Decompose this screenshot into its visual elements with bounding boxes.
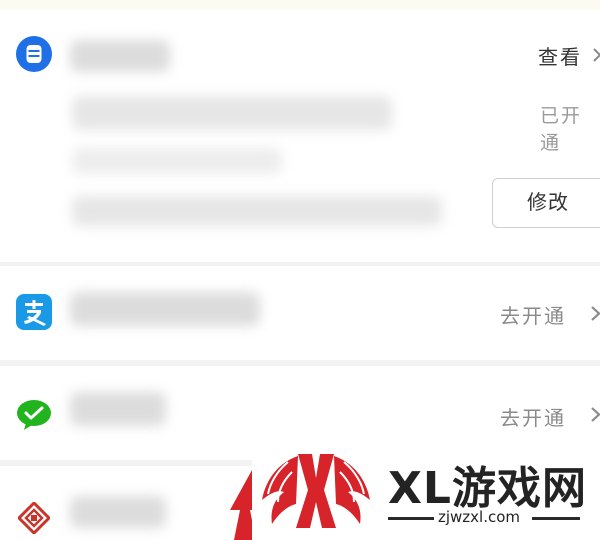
watermark-title: XL游戏网	[388, 463, 587, 514]
chevron-right-icon	[593, 48, 600, 62]
account-detail-blurred-3	[72, 196, 442, 226]
watermark-rule-left	[388, 517, 434, 520]
activate-link-wechat-pay[interactable]: 去开通	[500, 402, 566, 431]
bank-card-icon	[16, 36, 52, 72]
modify-button[interactable]: 修改	[492, 178, 600, 228]
account-name-blurred	[70, 496, 166, 528]
alipay-icon	[16, 294, 52, 330]
unionpay-icon	[18, 502, 50, 534]
chevron-right-icon	[591, 407, 600, 422]
watermark-logo-icon	[262, 454, 370, 528]
status-opened: 已开通	[540, 105, 583, 154]
account-detail-blurred	[72, 96, 392, 130]
activate-link-alipay[interactable]: 去开通	[500, 300, 566, 329]
top-strip	[0, 0, 600, 10]
watermark-url: zjwzxl.com	[438, 508, 521, 526]
view-link[interactable]: 查看	[538, 41, 582, 70]
wechat-pay-icon	[17, 400, 51, 430]
account-name-blurred	[70, 392, 166, 426]
watermark-rule-right	[532, 517, 580, 520]
account-detail-blurred-2	[72, 148, 282, 174]
account-name-blurred	[70, 292, 260, 326]
account-name-blurred	[70, 40, 170, 72]
chevron-right-icon	[591, 306, 600, 321]
